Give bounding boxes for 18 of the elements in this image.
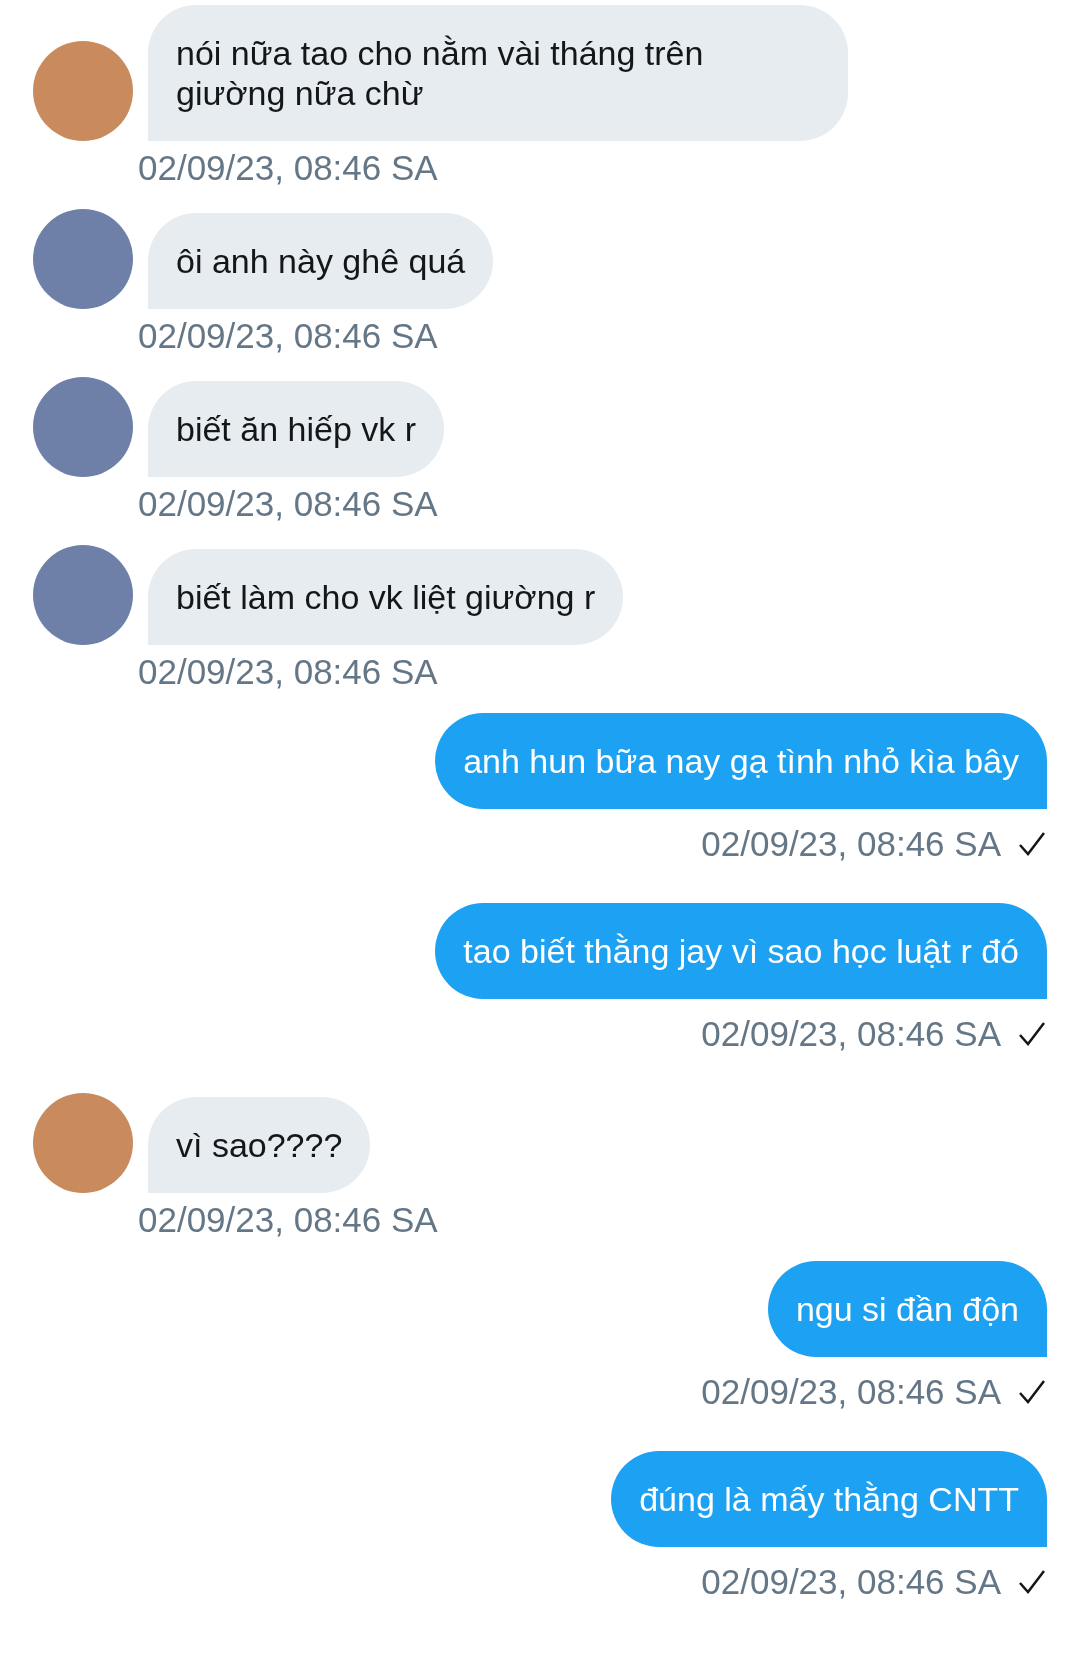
message-bubble: nói nữa tao cho nằm vài tháng trên giường nữa chừ [148, 5, 848, 141]
timestamp: 02/09/23, 08:46 SA [138, 1201, 438, 1239]
timestamp: 02/09/23, 08:46 SA [701, 1015, 1001, 1053]
timestamp: 02/09/23, 08:46 SA [701, 825, 1001, 863]
message-bubble: tao biết thằng jay vì sao học luật r đó [435, 903, 1047, 999]
message-bubble: biết ăn hiếp vk r [148, 381, 445, 477]
timestamp: 02/09/23, 08:46 SA [138, 149, 438, 187]
timestamp: 02/09/23, 08:46 SA [138, 317, 438, 355]
timestamp: 02/09/23, 08:46 SA [701, 1563, 1001, 1601]
message-bubble: vì sao???? [148, 1097, 371, 1193]
message-bubble: biết làm cho vk liệt giường r [148, 549, 624, 645]
timestamp: 02/09/23, 08:46 SA [701, 1373, 1001, 1411]
timestamp: 02/09/23, 08:46 SA [138, 653, 438, 691]
message-bubble: ngu si đần độn [767, 1261, 1047, 1357]
message-bubble: đúng là mấy thằng CNTT [611, 1451, 1047, 1547]
message-bubble: ôi anh này ghê quá [148, 213, 494, 309]
message-bubble: anh hun bữa nay gạ tình nhỏ kìa bây [435, 713, 1047, 809]
timestamp: 02/09/23, 08:46 SA [138, 485, 438, 523]
